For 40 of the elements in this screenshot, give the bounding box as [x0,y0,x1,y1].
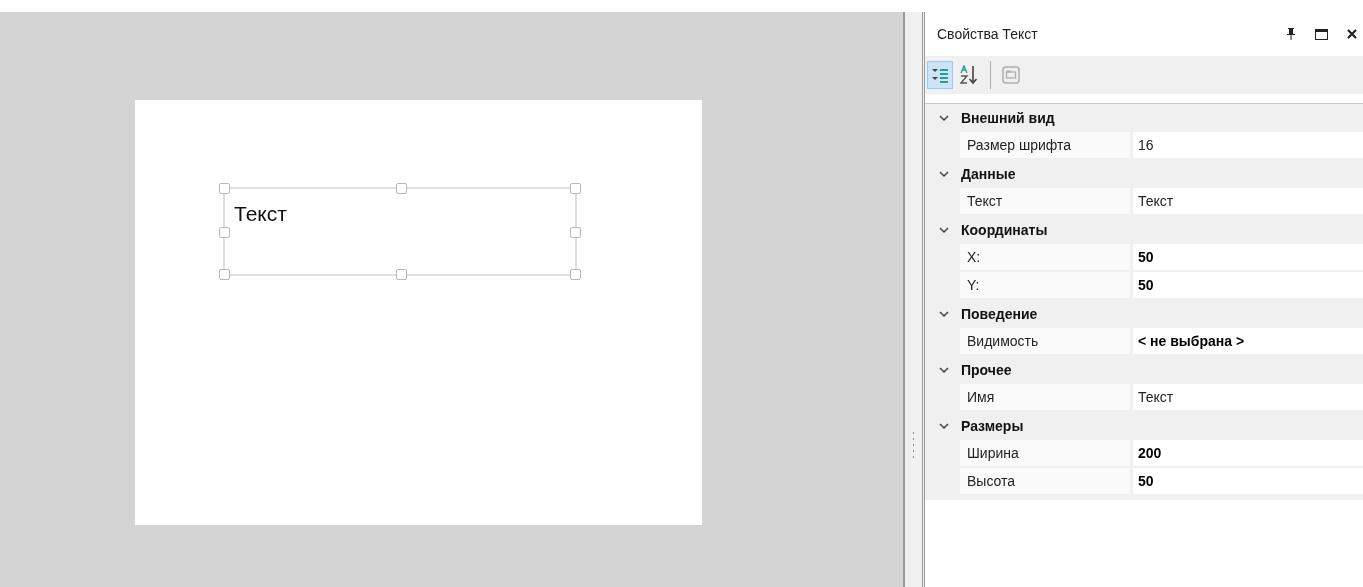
grip-icon [912,431,915,458]
maximize-icon[interactable] [1315,28,1328,40]
category-label[interactable]: Прочее [961,362,1012,378]
property-value[interactable]: Текст [1133,188,1363,216]
category-label[interactable]: Внешний вид [961,110,1055,126]
property-value[interactable]: 16 [1133,132,1363,160]
panel-title: Свойства Текст [937,26,1039,42]
element-text: Текст [234,202,287,226]
property-pages-icon [1002,66,1020,84]
property-value[interactable]: 50 [1133,272,1363,300]
property-value[interactable]: 200 [1133,440,1363,468]
close-icon[interactable] [1347,29,1357,39]
pin-icon[interactable] [1286,28,1296,40]
sort-az-icon [960,65,980,85]
category-label[interactable]: Данные [961,166,1016,182]
resize-handle[interactable] [570,183,581,194]
property-value[interactable]: Текст [1133,384,1363,412]
property-value[interactable]: 50 [1133,468,1363,496]
property-name[interactable]: Ширина [960,440,1130,468]
property-name[interactable]: Высота [960,468,1130,496]
property-name[interactable]: Y: [960,272,1130,300]
resize-handle[interactable] [396,183,407,194]
property-name[interactable]: X: [960,244,1130,272]
categorized-view-button[interactable] [927,61,953,89]
property-name[interactable]: Текст [960,188,1130,216]
resize-handle[interactable] [219,183,230,194]
category-label[interactable]: Поведение [961,306,1038,322]
resize-handle[interactable] [219,269,230,280]
category-label[interactable]: Координаты [961,222,1048,238]
resize-handle[interactable] [570,227,581,238]
resize-handle[interactable] [570,269,581,280]
resize-handle[interactable] [396,269,407,280]
property-name[interactable]: Имя [960,384,1130,412]
resize-handle[interactable] [219,227,230,238]
property-name[interactable]: Видимость [960,328,1130,356]
property-value[interactable]: 50 [1133,244,1363,272]
property-value[interactable]: < не выбрана > [1133,328,1363,356]
category-list-icon [931,67,949,83]
category-label[interactable]: Размеры [961,418,1024,434]
property-name[interactable]: Размер шрифта [960,132,1130,160]
